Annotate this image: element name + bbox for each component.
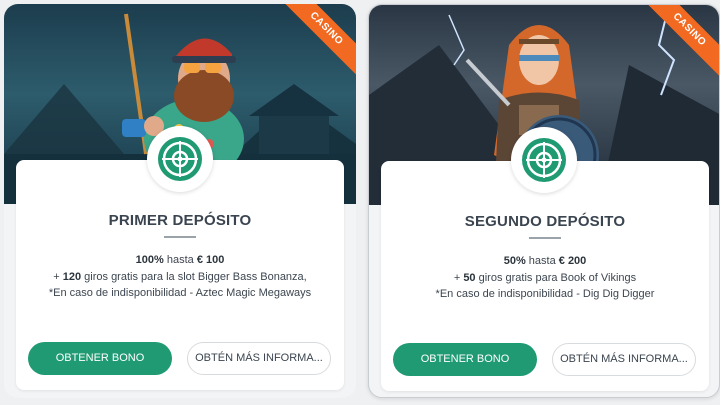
availability-note: *En caso de indisponibilidad - Aztec Mag…	[48, 287, 312, 299]
bonus-description: 100% hasta € 100 + 120 giros gratis para…	[16, 252, 344, 302]
free-spins-count: 50	[463, 271, 476, 284]
bonus-panel: PRIMER DEPÓSITO 100% hasta € 100 + 120 g…	[16, 160, 344, 390]
bonus-amount: € 200	[558, 255, 587, 267]
roulette-badge	[147, 126, 213, 192]
more-info-button[interactable]: OBTÉN MÁS INFORMA...	[187, 342, 331, 375]
bonus-card-first-deposit: CASINO PRIMER DEPÓSITO 100% hasta € 100 …	[4, 4, 356, 398]
bonus-percent: 100%	[135, 254, 164, 266]
roulette-icon	[158, 137, 202, 181]
roulette-icon	[522, 138, 566, 182]
bonus-amount: € 100	[196, 254, 225, 266]
bonus-description: 50% hasta € 200 + 50 giros gratis para B…	[381, 253, 709, 303]
availability-note: *En caso de indisponibilidad - Dig Dig D…	[435, 288, 655, 300]
free-spins-count: 120	[62, 270, 82, 283]
plus-sign: +	[453, 271, 464, 284]
bonus-card-second-deposit: CASINO SEGUNDO DEPÓSITO 50% hasta € 200 …	[368, 4, 720, 398]
bonus-hasta-text: hasta	[525, 255, 559, 267]
bonus-percent: 50%	[503, 255, 526, 267]
bonus-title: PRIMER DEPÓSITO	[108, 212, 252, 229]
bonus-title: SEGUNDO DEPÓSITO	[464, 213, 626, 230]
get-bonus-button[interactable]: OBTENER BONO	[28, 342, 172, 375]
get-bonus-button[interactable]: OBTENER BONO	[393, 343, 537, 376]
plus-sign: +	[53, 270, 63, 283]
bonus-hasta-text: hasta	[163, 254, 197, 266]
roulette-badge	[511, 127, 577, 193]
more-info-button[interactable]: OBTÉN MÁS INFORMA...	[552, 343, 696, 376]
bonus-panel: SEGUNDO DEPÓSITO 50% hasta € 200 + 50 gi…	[381, 161, 709, 391]
free-spins-text: giros gratis para la slot Bigger Bass Bo…	[81, 270, 307, 283]
title-divider	[164, 236, 196, 238]
title-divider	[529, 237, 561, 239]
free-spins-text: giros gratis para Book of Vikings	[475, 271, 637, 284]
